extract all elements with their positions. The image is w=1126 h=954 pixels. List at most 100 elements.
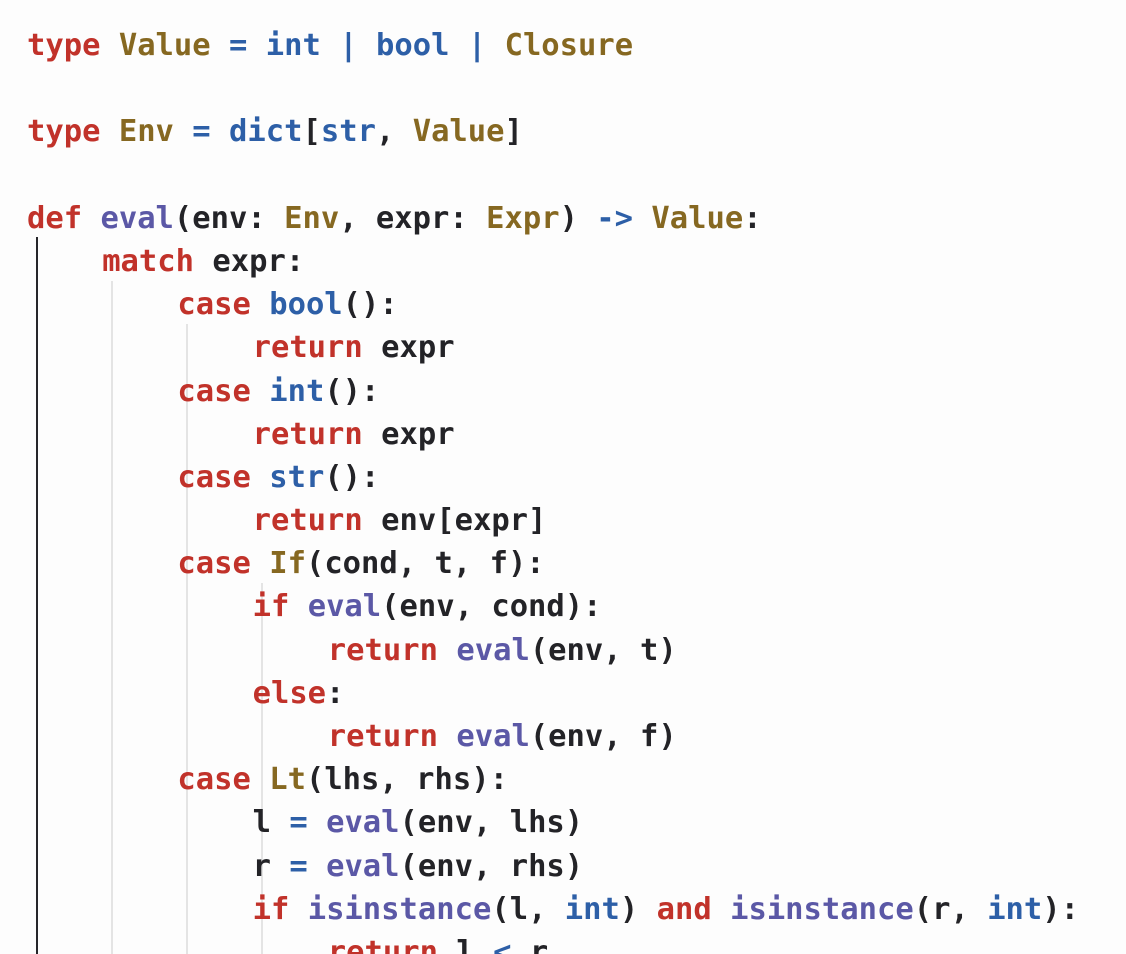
code-line-17[interactable]: return eval(env, f)	[27, 715, 1126, 758]
token-type: Value	[118, 28, 211, 63]
token-pun	[82, 201, 100, 236]
token-pun: (cond, t, f):	[305, 546, 545, 582]
token-pun: l	[252, 805, 290, 841]
token-bi: int	[269, 373, 325, 409]
token-kw: return	[252, 330, 363, 366]
token-pun	[251, 287, 269, 322]
token-fn: eval	[326, 848, 400, 884]
token-op: =	[229, 28, 248, 63]
token-pun: (env, t)	[529, 632, 677, 668]
token-pun	[289, 589, 307, 624]
code-line-18[interactable]: case Lt(lhs, rhs):	[27, 758, 1126, 801]
code-line-9[interactable]: case int():	[27, 370, 1126, 413]
code-line-4[interactable]	[27, 154, 1126, 197]
code-line-5[interactable]: def eval(env: Env, expr: Expr) -> Value:	[27, 197, 1126, 240]
token-kw: else	[252, 675, 327, 711]
token-pun: ,	[375, 114, 413, 150]
token-pun	[251, 374, 269, 409]
code-line-15[interactable]: return eval(env, t)	[27, 629, 1126, 672]
token-pun	[438, 633, 456, 668]
token-pun	[211, 114, 229, 149]
code-line-8[interactable]: return expr	[27, 326, 1126, 369]
token-bi: int	[987, 891, 1043, 927]
code-line-20[interactable]: r = eval(env, rhs)	[27, 845, 1126, 888]
token-kw: case	[177, 546, 251, 582]
token-pun: ():	[342, 287, 398, 323]
code-line-12[interactable]: return env[expr]	[27, 499, 1126, 542]
token-fn: isinstance	[730, 891, 914, 927]
code-line-22[interactable]: return l < r	[27, 931, 1126, 954]
code-line-21[interactable]: if isinstance(l, int) and isinstance(r, …	[27, 888, 1126, 931]
token-pun: (env, f)	[529, 719, 677, 754]
token-type: If	[269, 546, 306, 582]
token-kw: case	[177, 373, 251, 409]
token-kw: return	[327, 632, 438, 668]
code-line-3[interactable]: type Env = dict[str, Value]	[27, 110, 1126, 153]
token-pun	[289, 892, 307, 927]
token-bi: int	[564, 891, 620, 927]
token-pun	[174, 114, 192, 149]
code-line-7[interactable]: case bool():	[27, 283, 1126, 326]
token-op: |	[339, 28, 358, 63]
code-line-10[interactable]: return expr	[27, 413, 1126, 456]
token-op: =	[192, 114, 211, 150]
token-pun: (env, cond):	[381, 589, 602, 625]
token-pun	[486, 28, 504, 63]
token-type: Value	[412, 114, 505, 150]
token-pun: (lhs, rhs):	[305, 762, 508, 798]
token-bi: str	[320, 114, 376, 150]
code-line-14[interactable]: if eval(env, cond):	[27, 585, 1126, 628]
code-line-13[interactable]: case If(cond, t, f):	[27, 542, 1126, 585]
token-type: Env	[118, 114, 174, 150]
token-pun: env[expr]	[362, 503, 547, 539]
token-pun	[358, 28, 376, 63]
code-line-16[interactable]: else:	[27, 672, 1126, 715]
token-type: Expr	[486, 200, 560, 236]
token-pun	[251, 546, 269, 581]
token-pun: l	[437, 934, 494, 954]
token-pun: (env, rhs)	[399, 848, 584, 884]
token-pun	[251, 762, 269, 797]
code-line-11[interactable]: case str():	[27, 456, 1126, 499]
code-editor-surface[interactable]: type Value = int | bool | Closure type E…	[0, 0, 1126, 954]
code-line-1[interactable]: type Value = int | bool | Closure	[27, 24, 1126, 67]
token-kw: case	[177, 762, 251, 798]
token-kw: type	[27, 114, 101, 150]
token-pun: [	[302, 114, 321, 150]
token-bi: int	[265, 28, 321, 63]
token-pun	[308, 849, 326, 884]
token-fn: eval	[456, 632, 530, 668]
token-kw: case	[177, 287, 251, 323]
code-line-2[interactable]	[27, 67, 1126, 110]
token-bi: dict	[229, 114, 303, 150]
token-pun: (r,	[913, 891, 988, 927]
token-pun	[247, 28, 265, 63]
code-screenshot: type Value = int | bool | Closure type E…	[0, 0, 1126, 954]
token-fn: eval	[100, 200, 174, 236]
token-op: |	[467, 28, 487, 63]
code-lines[interactable]: type Value = int | bool | Closure type E…	[27, 24, 1126, 954]
token-pun	[633, 201, 651, 236]
token-fn: isinstance	[307, 891, 492, 927]
token-pun	[712, 892, 730, 927]
token-pun	[100, 28, 118, 63]
token-kw: match	[102, 243, 195, 279]
token-fn: eval	[326, 805, 400, 841]
code-line-6[interactable]: match expr:	[27, 240, 1126, 283]
token-bi: bool	[269, 287, 343, 323]
token-kw: case	[177, 459, 251, 495]
token-pun: ():	[324, 373, 380, 409]
token-pun: )	[619, 891, 657, 927]
token-kw: return	[327, 719, 438, 754]
token-pun: r	[252, 848, 290, 884]
token-pun: expr	[362, 330, 455, 366]
token-type: Closure	[504, 28, 634, 63]
token-pun: :	[326, 675, 345, 711]
token-op: =	[289, 848, 308, 884]
token-pun	[308, 805, 326, 840]
token-pun: (env:	[173, 200, 285, 236]
token-pun	[438, 719, 456, 754]
code-line-19[interactable]: l = eval(env, lhs)	[27, 801, 1126, 844]
token-fn: eval	[307, 589, 382, 625]
token-pun: (env, lhs)	[399, 805, 584, 841]
